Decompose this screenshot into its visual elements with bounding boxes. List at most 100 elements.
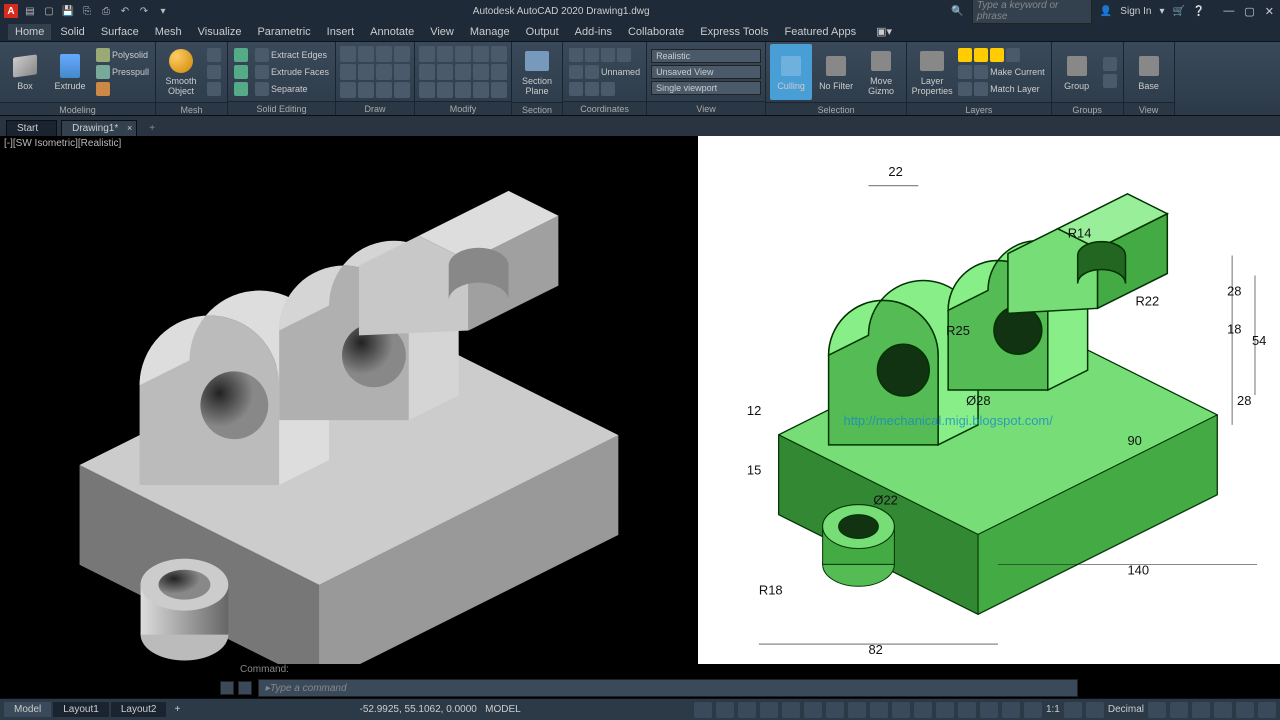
scale-dropdown[interactable]: 1:1 xyxy=(1046,704,1060,715)
search-input[interactable]: Type a keyword or phrase xyxy=(972,0,1092,24)
panel-draw-title[interactable]: Draw xyxy=(336,101,414,115)
mesh-btn-3[interactable] xyxy=(205,81,223,97)
layout2-tab[interactable]: Layout2 xyxy=(111,702,167,717)
layer-icons[interactable] xyxy=(956,47,1047,63)
layout1-tab[interactable]: Layout1 xyxy=(53,702,109,717)
osnap-icon[interactable] xyxy=(782,702,800,718)
signin-icon[interactable]: 👤 xyxy=(1100,6,1112,17)
units-dropdown[interactable]: Decimal xyxy=(1108,704,1144,715)
help-icon[interactable]: ❔ xyxy=(1193,6,1205,17)
box-button[interactable]: Box xyxy=(4,44,46,100)
quick-properties-icon[interactable] xyxy=(1148,702,1166,718)
plot-icon[interactable]: ⎙ xyxy=(98,3,114,19)
polar-icon[interactable] xyxy=(760,702,778,718)
saveas-icon[interactable]: ⎘ xyxy=(79,3,95,19)
3dosnap-icon[interactable] xyxy=(804,702,822,718)
annot-scale-icon[interactable] xyxy=(1024,702,1042,718)
drawing-viewport[interactable]: [-][SW Isometric][Realistic] xyxy=(0,136,1280,664)
open-icon[interactable]: ▢ xyxy=(41,3,57,19)
group-btn3[interactable] xyxy=(1101,73,1119,89)
panel-base-title[interactable]: View xyxy=(1124,102,1174,116)
minimize-icon[interactable]: — xyxy=(1221,5,1236,18)
close-icon[interactable]: ✕ xyxy=(1263,5,1276,18)
panel-modify-title[interactable]: Modify xyxy=(415,101,511,115)
cycling-icon[interactable] xyxy=(892,702,910,718)
tab-manage[interactable]: Manage xyxy=(463,24,517,40)
tab-view[interactable]: View xyxy=(423,24,461,40)
app-exchange-icon[interactable]: ▾ xyxy=(1159,6,1164,17)
match-layer-button[interactable]: Match Layer xyxy=(956,81,1047,97)
extrude-button[interactable]: Extrude xyxy=(49,44,91,100)
undo-icon[interactable]: ↶ xyxy=(117,3,133,19)
model-tab[interactable]: Model xyxy=(4,702,51,717)
dynamic-ucs-icon[interactable] xyxy=(936,702,954,718)
cmd-close-icon[interactable] xyxy=(220,681,234,695)
revolve-button[interactable] xyxy=(94,81,151,97)
ucs-unnamed[interactable]: Unnamed xyxy=(567,64,642,80)
tab-expresstools[interactable]: Express Tools xyxy=(693,24,775,40)
tab-expand-icon[interactable]: ▣▾ xyxy=(869,23,899,40)
polysolid-button[interactable]: Polysolid xyxy=(94,47,151,63)
customize-icon[interactable] xyxy=(1258,702,1276,718)
new-icon[interactable]: ▤ xyxy=(22,3,38,19)
btn-intersect[interactable] xyxy=(232,81,250,97)
workspace-icon[interactable] xyxy=(1064,702,1082,718)
grid-icon[interactable] xyxy=(694,702,712,718)
mesh-btn-2[interactable] xyxy=(205,64,223,80)
panel-view-title[interactable]: View xyxy=(647,101,765,115)
tab-insert[interactable]: Insert xyxy=(320,24,362,40)
annotation-monitor-icon[interactable] xyxy=(1086,702,1104,718)
ucs-btn-1[interactable] xyxy=(567,47,642,63)
hardware-accel-icon[interactable] xyxy=(1214,702,1232,718)
signin-label[interactable]: Sign In xyxy=(1120,6,1151,17)
tab-addins[interactable]: Add-ins xyxy=(568,24,619,40)
group-btn2[interactable] xyxy=(1101,56,1119,72)
panel-mesh-title[interactable]: Mesh xyxy=(156,102,227,116)
mesh-btn-1[interactable] xyxy=(205,47,223,63)
add-layout-icon[interactable]: + xyxy=(168,702,186,717)
section-plane-button[interactable]: Section Plane xyxy=(516,44,558,100)
nofilter-button[interactable]: No Filter xyxy=(815,44,857,100)
panel-groups-title[interactable]: Groups xyxy=(1052,102,1123,116)
search-icon[interactable]: 🔍 xyxy=(951,6,963,17)
make-current-button[interactable]: Make Current xyxy=(956,64,1047,80)
snap-icon[interactable] xyxy=(716,702,734,718)
panel-solidedit-title[interactable]: Solid Editing xyxy=(228,101,335,115)
new-tab-icon[interactable]: + xyxy=(141,121,163,136)
draw-tools[interactable] xyxy=(340,46,410,98)
app-logo[interactable]: A xyxy=(4,4,18,18)
tab-output[interactable]: Output xyxy=(519,24,566,40)
annot-vis-icon[interactable] xyxy=(1002,702,1020,718)
cmd-prompt-icon[interactable] xyxy=(238,681,252,695)
modify-tools[interactable] xyxy=(419,46,507,98)
filter-icon[interactable] xyxy=(958,702,976,718)
layer-properties-button[interactable]: Layer Properties xyxy=(911,44,953,100)
ortho-icon[interactable] xyxy=(738,702,756,718)
3d-icon[interactable] xyxy=(914,702,932,718)
clean-screen-icon[interactable] xyxy=(1236,702,1254,718)
panel-section-title[interactable]: Section xyxy=(512,102,562,116)
extract-edges-button[interactable]: Extract Edges xyxy=(253,47,331,63)
tab-surface[interactable]: Surface xyxy=(94,24,146,40)
command-input[interactable]: ▸ Type a command xyxy=(258,679,1078,697)
transparency-icon[interactable] xyxy=(870,702,888,718)
lock-ui-icon[interactable] xyxy=(1170,702,1188,718)
drawing-tab[interactable]: Drawing1*× xyxy=(61,120,137,136)
close-tab-icon[interactable]: × xyxy=(127,123,132,133)
panel-layers-title[interactable]: Layers xyxy=(907,102,1051,116)
view-dropdown[interactable]: Unsaved View xyxy=(651,65,761,79)
btn-subtract[interactable] xyxy=(232,64,250,80)
isolate-icon[interactable] xyxy=(1192,702,1210,718)
tab-featuredapps[interactable]: Featured Apps xyxy=(778,24,864,40)
qat-more-icon[interactable]: ▾ xyxy=(155,3,171,19)
tab-solid[interactable]: Solid xyxy=(53,24,91,40)
save-icon[interactable]: 💾 xyxy=(60,3,76,19)
tab-parametric[interactable]: Parametric xyxy=(250,24,317,40)
viewport-dropdown[interactable]: Single viewport xyxy=(651,81,761,95)
visual-style-dropdown[interactable]: Realistic xyxy=(651,49,761,63)
tab-visualize[interactable]: Visualize xyxy=(191,24,249,40)
redo-icon[interactable]: ↷ xyxy=(136,3,152,19)
gizmo-icon[interactable] xyxy=(980,702,998,718)
group-button[interactable]: Group xyxy=(1056,44,1098,100)
tab-home[interactable]: Home xyxy=(8,24,51,40)
